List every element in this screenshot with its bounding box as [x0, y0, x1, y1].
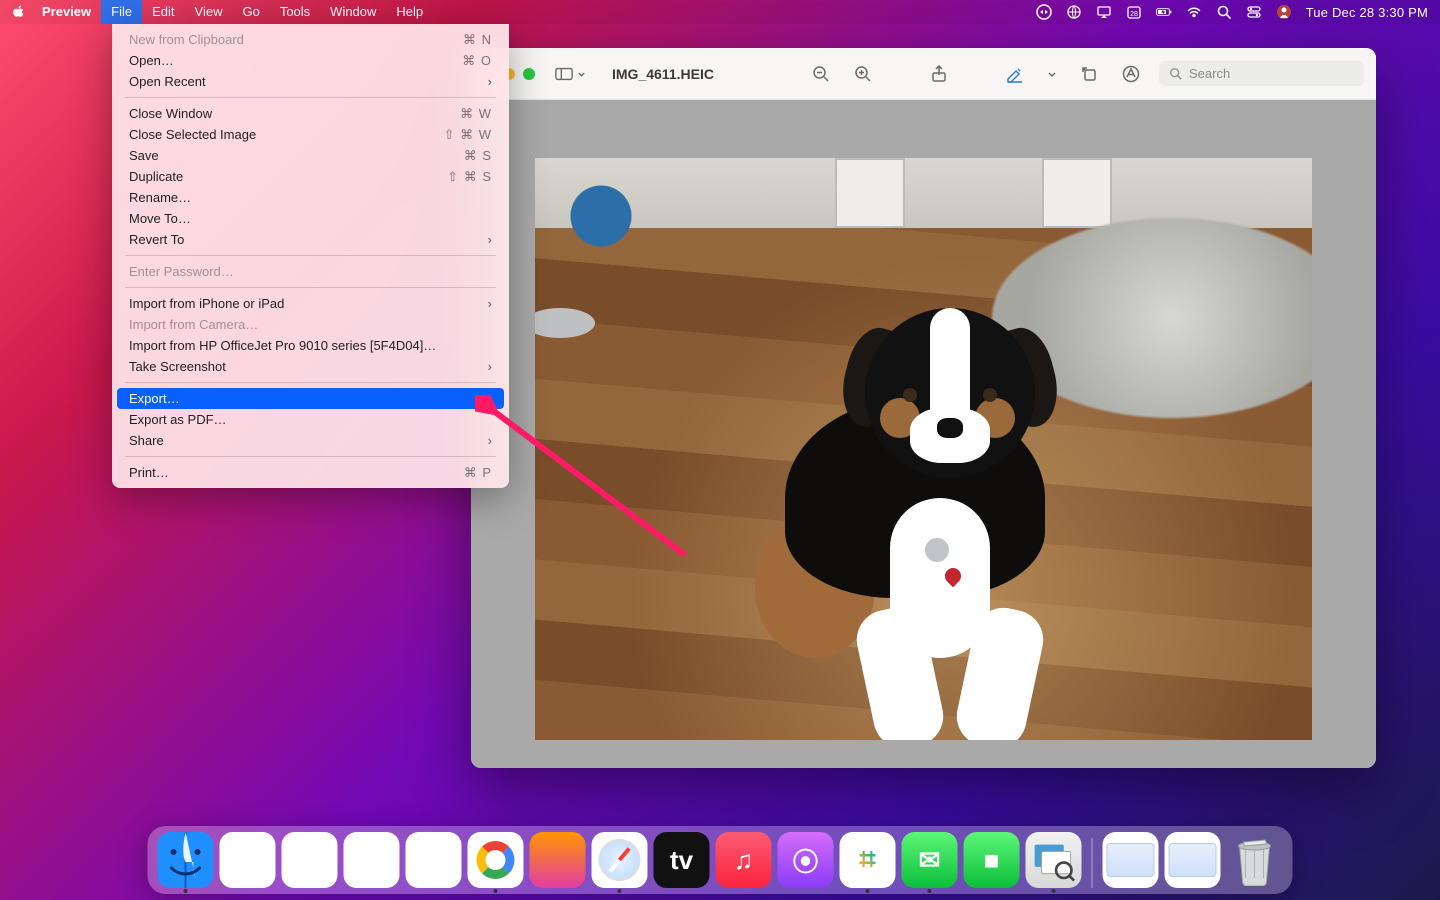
menu-help[interactable]: Help: [386, 0, 433, 24]
dock-outlook[interactable]: O: [406, 832, 462, 888]
search-icon: [1169, 67, 1183, 81]
dock: PXWOtv♫⦿⌗✉■: [148, 826, 1293, 894]
dock-firefox[interactable]: [530, 832, 586, 888]
dock-facetime[interactable]: ■: [964, 832, 1020, 888]
window-titlebar: IMG_4611.HEIC Search: [471, 48, 1376, 100]
dock-slack[interactable]: ⌗: [840, 832, 896, 888]
dock-minimized-thumb-b[interactable]: [1165, 832, 1221, 888]
dock-minimized-thumb-a[interactable]: [1103, 832, 1159, 888]
file-menu-dropdown: New from Clipboard⌘ NOpen…⌘ OOpen Recent…: [112, 24, 509, 488]
file-menu-export[interactable]: Export…: [117, 388, 504, 409]
screen-mirror-icon[interactable]: [1096, 4, 1112, 20]
file-menu-close-selected-image[interactable]: Close Selected Image⇧ ⌘ W: [117, 124, 504, 145]
dock-trash[interactable]: [1227, 832, 1283, 888]
teamviewer-icon[interactable]: [1036, 4, 1052, 20]
document-image: [535, 158, 1312, 740]
file-menu-import-from-hp-officejet-pro-series-f-d[interactable]: Import from HP OfficeJet Pro 9010 series…: [117, 335, 504, 356]
battery-icon[interactable]: [1156, 4, 1172, 20]
info-button[interactable]: [1117, 60, 1145, 88]
file-menu-export-as-pdf[interactable]: Export as PDF…: [117, 409, 504, 430]
control-center-icon[interactable]: [1246, 4, 1262, 20]
file-menu-import-from-iphone-or-ipad[interactable]: Import from iPhone or iPad›: [117, 293, 504, 314]
dock-podcasts[interactable]: ⦿: [778, 832, 834, 888]
menu-tools[interactable]: Tools: [270, 0, 320, 24]
preview-window: IMG_4611.HEIC Search: [471, 48, 1376, 768]
dock-music[interactable]: ♫: [716, 832, 772, 888]
zoom-out-button[interactable]: [807, 60, 835, 88]
dock-appletv[interactable]: tv: [654, 832, 710, 888]
dock-finder[interactable]: [158, 832, 214, 888]
svg-text:28: 28: [1130, 11, 1138, 18]
file-menu-open-recent[interactable]: Open Recent›: [117, 71, 504, 92]
search-placeholder: Search: [1189, 66, 1230, 81]
file-menu-import-from-camera: Import from Camera…: [117, 314, 504, 335]
wifi-icon[interactable]: [1186, 4, 1202, 20]
dock-powerpoint[interactable]: P: [220, 832, 276, 888]
file-menu-share[interactable]: Share›: [117, 430, 504, 451]
menu-app-name[interactable]: Preview: [32, 0, 101, 24]
file-menu-duplicate[interactable]: Duplicate⇧ ⌘ S: [117, 166, 504, 187]
dock-word[interactable]: W: [344, 832, 400, 888]
globe-icon[interactable]: [1066, 4, 1082, 20]
file-menu-move-to[interactable]: Move To…: [117, 208, 504, 229]
file-menu-new-from-clipboard: New from Clipboard⌘ N: [117, 29, 504, 50]
menu-window[interactable]: Window: [320, 0, 386, 24]
dock-safari[interactable]: [592, 832, 648, 888]
system-menubar: Preview File Edit View Go Tools Window H…: [0, 0, 1440, 24]
file-menu-enter-password: Enter Password…: [117, 261, 504, 282]
menubar-clock[interactable]: Tue Dec 28 3:30 PM: [1306, 5, 1428, 20]
file-menu-print[interactable]: Print…⌘ P: [117, 462, 504, 483]
file-menu-save[interactable]: Save⌘ S: [117, 145, 504, 166]
zoom-window-button[interactable]: [523, 68, 535, 80]
file-menu-rename[interactable]: Rename…: [117, 187, 504, 208]
dock-chrome[interactable]: [468, 832, 524, 888]
share-button[interactable]: [925, 60, 953, 88]
markup-button[interactable]: [1001, 60, 1029, 88]
search-field[interactable]: Search: [1159, 61, 1364, 86]
date-icon[interactable]: 28: [1126, 4, 1142, 20]
dock-preview[interactable]: [1026, 832, 1082, 888]
markup-dropdown[interactable]: [1043, 60, 1061, 88]
file-menu-close-window[interactable]: Close Window⌘ W: [117, 103, 504, 124]
image-canvas[interactable]: [471, 100, 1376, 768]
menu-go[interactable]: Go: [232, 0, 269, 24]
user-icon[interactable]: [1276, 4, 1292, 20]
spotlight-icon[interactable]: [1216, 4, 1232, 20]
file-menu-take-screenshot[interactable]: Take Screenshot›: [117, 356, 504, 377]
sidebar-toggle-button[interactable]: [549, 63, 592, 85]
menu-file[interactable]: File: [101, 0, 142, 24]
file-menu-revert-to[interactable]: Revert To›: [117, 229, 504, 250]
menu-view[interactable]: View: [185, 0, 233, 24]
rotate-button[interactable]: [1075, 60, 1103, 88]
menu-edit[interactable]: Edit: [142, 0, 184, 24]
status-icons: 28 Tue Dec 28 3:30 PM: [1036, 4, 1428, 20]
window-title: IMG_4611.HEIC: [612, 66, 714, 82]
apple-logo-icon[interactable]: [12, 5, 26, 19]
zoom-in-button[interactable]: [849, 60, 877, 88]
dock-excel[interactable]: X: [282, 832, 338, 888]
file-menu-open[interactable]: Open…⌘ O: [117, 50, 504, 71]
dock-messages[interactable]: ✉: [902, 832, 958, 888]
